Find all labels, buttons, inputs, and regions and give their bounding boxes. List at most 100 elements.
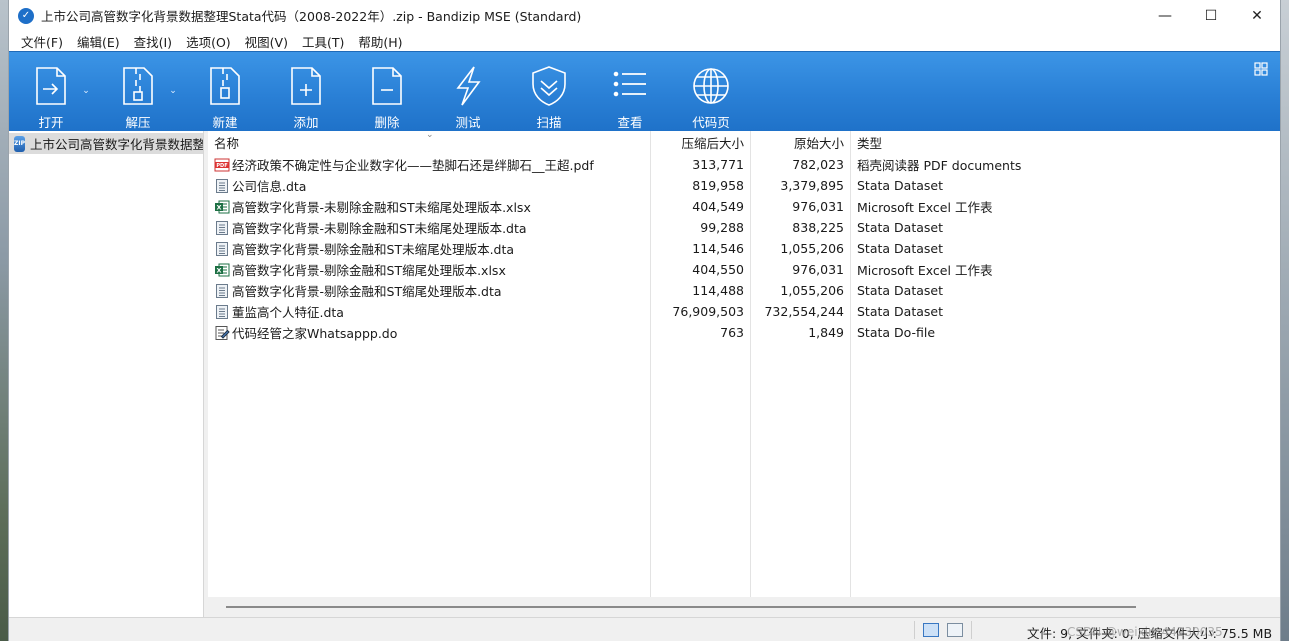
column-header-original[interactable]: 原始大小 bbox=[750, 133, 850, 152]
menu-options[interactable]: 选项(O) bbox=[179, 32, 238, 51]
delete-button[interactable]: 删除 bbox=[353, 52, 421, 130]
status-bar: 文件: 9, 文件夹: 0, 压缩文件大小: 75.5 MB CSDN @wei… bbox=[9, 617, 1280, 641]
view-button[interactable]: 查看 bbox=[596, 52, 664, 130]
delete-file-icon bbox=[367, 64, 407, 108]
original-size: 976,031 bbox=[792, 199, 844, 214]
file-row[interactable]: PDF 经济政策不确定性与企业数字化——垫脚石还是绊脚石__王超.pdf 313,7… bbox=[208, 154, 1280, 175]
file-name: 公司信息.dta bbox=[232, 179, 307, 194]
dta-file-icon bbox=[214, 178, 230, 194]
close-icon: ✕ bbox=[1251, 7, 1263, 24]
menu-file[interactable]: 文件(F) bbox=[14, 32, 70, 51]
file-row[interactable]: 高管数字化背景-未剔除金融和ST未缩尾处理版本.dta 99,288 838,225… bbox=[208, 217, 1280, 238]
open-button[interactable]: 打开 bbox=[17, 52, 85, 130]
desktop-background-left bbox=[0, 0, 8, 641]
file-type: Stata Dataset bbox=[857, 283, 943, 298]
status-separator bbox=[914, 621, 915, 639]
column-divider[interactable] bbox=[750, 131, 751, 617]
svg-text:X: X bbox=[216, 266, 221, 274]
codepage-button[interactable]: 代码页 bbox=[677, 52, 745, 130]
add-button[interactable]: 添加 bbox=[272, 52, 340, 130]
test-bolt-icon bbox=[448, 64, 488, 108]
open-label: 打开 bbox=[38, 115, 64, 130]
file-name-cell: 代码经管之家Whatsappp.do bbox=[208, 323, 650, 342]
original-size: 1,849 bbox=[808, 325, 844, 340]
close-button[interactable]: ✕ bbox=[1234, 0, 1280, 31]
open-file-icon bbox=[31, 64, 71, 108]
file-row[interactable]: 高管数字化背景-剔除金融和ST缩尾处理版本.dta 114,488 1,055,20… bbox=[208, 280, 1280, 301]
bandizip-icon: ✓ bbox=[18, 7, 34, 24]
file-name-cell: 高管数字化背景-剔除金融和ST未缩尾处理版本.dta bbox=[208, 239, 650, 258]
content-area: ZIP 上市公司高管数字化背景数据整 名称 压缩后大小 原始大小 类型 ⌄ PD… bbox=[9, 131, 1280, 617]
compressed-size: 404,550 bbox=[692, 262, 744, 277]
xlsx-file-icon: X bbox=[214, 199, 230, 215]
extract-zipper-icon bbox=[118, 64, 158, 108]
file-row[interactable]: 代码经管之家Whatsappp.do 763 1,849 Stata Do-file bbox=[208, 322, 1280, 343]
new-archive-icon bbox=[205, 64, 245, 108]
file-name: 高管数字化背景-未剔除金融和ST未缩尾处理版本.dta bbox=[232, 221, 527, 236]
xlsx-file-icon: X bbox=[214, 262, 230, 278]
file-type: Stata Do-file bbox=[857, 325, 936, 340]
new-archive-button[interactable]: 新建 bbox=[191, 52, 259, 130]
file-row[interactable]: X 高管数字化背景-剔除金融和ST缩尾处理版本.xlsx 404,550 976,03… bbox=[208, 259, 1280, 280]
maximize-button[interactable]: ☐ bbox=[1188, 0, 1234, 31]
original-size: 3,379,895 bbox=[780, 178, 844, 193]
original-size: 976,031 bbox=[792, 262, 844, 277]
horizontal-scrollbar-track bbox=[208, 597, 1280, 617]
menu-help[interactable]: 帮助(H) bbox=[351, 32, 409, 51]
file-type: Microsoft Excel 工作表 bbox=[857, 263, 993, 278]
details-view-icon[interactable] bbox=[923, 623, 939, 637]
minimize-button[interactable]: — bbox=[1142, 0, 1188, 31]
compressed-size: 76,909,503 bbox=[672, 304, 744, 319]
file-name-cell: X 高管数字化背景-未剔除金融和ST未缩尾处理版本.xlsx bbox=[208, 197, 650, 216]
compressed-size: 99,288 bbox=[700, 220, 744, 235]
original-size: 838,225 bbox=[792, 220, 844, 235]
compressed-size: 114,546 bbox=[692, 241, 744, 256]
menu-edit[interactable]: 编辑(E) bbox=[70, 32, 127, 51]
tree-item-archive-root[interactable]: ZIP 上市公司高管数字化背景数据整 bbox=[9, 133, 203, 154]
file-name: 高管数字化背景-剔除金融和ST缩尾处理版本.dta bbox=[232, 284, 502, 299]
thumbnail-view-icon[interactable] bbox=[947, 623, 963, 637]
file-name: 高管数字化背景-未剔除金融和ST未缩尾处理版本.xlsx bbox=[232, 200, 531, 215]
file-name: 经济政策不确定性与企业数字化——垫脚石还是绊脚石__王超.pdf bbox=[232, 158, 594, 173]
menu-find[interactable]: 查找(I) bbox=[127, 32, 179, 51]
codepage-label: 代码页 bbox=[692, 115, 730, 130]
file-row[interactable]: X 高管数字化背景-未剔除金融和ST未缩尾处理版本.xlsx 404,549 976,… bbox=[208, 196, 1280, 217]
do-file-icon bbox=[214, 325, 230, 341]
column-divider[interactable] bbox=[850, 131, 851, 617]
folder-tree: ZIP 上市公司高管数字化背景数据整 bbox=[9, 131, 204, 617]
new-label: 新建 bbox=[212, 115, 238, 130]
file-row[interactable]: 公司信息.dta 819,958 3,379,895 Stata Dataset bbox=[208, 175, 1280, 196]
column-header-type[interactable]: 类型 bbox=[850, 133, 1280, 152]
extract-button[interactable]: 解压 bbox=[104, 52, 172, 130]
menu-tools[interactable]: 工具(T) bbox=[295, 32, 351, 51]
compressed-size: 404,549 bbox=[692, 199, 744, 214]
column-header-compressed[interactable]: 压缩后大小 bbox=[650, 133, 750, 152]
open-dropdown-chevron-icon[interactable]: ⌄ bbox=[81, 52, 91, 130]
dta-file-icon bbox=[214, 304, 230, 320]
file-name: 高管数字化背景-剔除金融和ST缩尾处理版本.xlsx bbox=[232, 263, 506, 278]
window-title: 上市公司高管数字化背景数据整理Stata代码（2008-2022年）.zip -… bbox=[41, 9, 582, 24]
extract-dropdown-chevron-icon[interactable]: ⌄ bbox=[168, 52, 178, 130]
sort-chevron-down-icon: ⌄ bbox=[426, 131, 434, 140]
compressed-size: 763 bbox=[720, 325, 744, 340]
test-label: 测试 bbox=[455, 115, 481, 130]
minimize-icon: — bbox=[1158, 7, 1172, 24]
scrollbar-thumb[interactable] bbox=[226, 606, 1136, 608]
file-type: Stata Dataset bbox=[857, 304, 943, 319]
title-bar[interactable]: ✓ 上市公司高管数字化背景数据整理Stata代码（2008-2022年）.zip… bbox=[9, 0, 1280, 31]
watermark: CSDN @weixin_44230035 bbox=[1067, 625, 1223, 639]
file-name-cell: 高管数字化背景-未剔除金融和ST未缩尾处理版本.dta bbox=[208, 218, 650, 237]
menu-bar: 文件(F) 编辑(E) 查找(I) 选项(O) 视图(V) 工具(T) 帮助(H… bbox=[9, 31, 1280, 51]
list-horizontal-scrollbar[interactable] bbox=[208, 597, 1280, 617]
layout-grid-icon[interactable] bbox=[1254, 62, 1268, 76]
test-button[interactable]: 测试 bbox=[434, 52, 502, 130]
status-separator bbox=[971, 621, 972, 639]
menu-view[interactable]: 视图(V) bbox=[238, 32, 295, 51]
scan-button[interactable]: 扫描 bbox=[515, 52, 583, 130]
original-size: 732,554,244 bbox=[764, 304, 844, 319]
column-divider[interactable] bbox=[650, 131, 651, 617]
compressed-size: 114,488 bbox=[692, 283, 744, 298]
file-row[interactable]: 高管数字化背景-剔除金融和ST未缩尾处理版本.dta 114,546 1,055,2… bbox=[208, 238, 1280, 259]
svg-text:X: X bbox=[216, 203, 221, 211]
file-row[interactable]: 董监高个人特征.dta 76,909,503 732,554,244 Stata Da… bbox=[208, 301, 1280, 322]
